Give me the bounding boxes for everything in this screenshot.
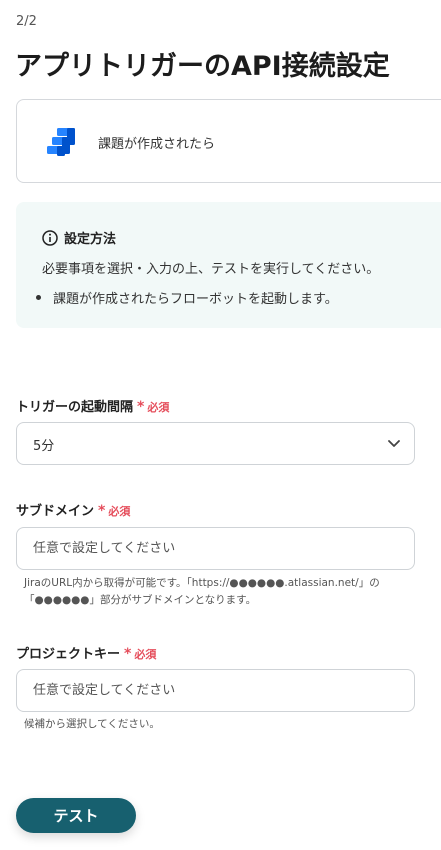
page: 2/2 アプリトリガーのAPI接続設定 課題が作成されたら 設定方法 必要事項を…	[0, 0, 441, 850]
project-key-help: 候補から選択してください。	[24, 718, 160, 730]
project-key-label-text: プロジェクトキー	[16, 647, 121, 662]
subdomain-label: サブドメイン * 必須	[16, 500, 130, 519]
required-text: 必須	[134, 648, 157, 661]
info-bullet-text: 課題が作成されたらフローボットを起動します。	[53, 292, 338, 307]
project-key-input[interactable]	[17, 670, 414, 711]
required-text: 必須	[147, 401, 170, 414]
subdomain-help: JiraのURL内から取得が可能です。「https://●●●●●●.atlas…	[24, 575, 380, 609]
subdomain-field[interactable]	[16, 527, 415, 570]
subdomain-help-line-1: JiraのURL内から取得が可能です。「https://●●●●●●.atlas…	[24, 577, 380, 589]
trigger-interval-select[interactable]: 5分	[16, 422, 415, 465]
chevron-down-icon	[388, 440, 400, 447]
info-heading: 設定方法	[42, 228, 116, 247]
subdomain-label-text: サブドメイン	[16, 504, 95, 519]
setup-info-box: 設定方法 必要事項を選択・入力の上、テストを実行してください。 課題が作成された…	[16, 202, 441, 328]
subdomain-help-line-2: 「●●●●●●」部分がサブドメインとなります。	[24, 594, 257, 606]
project-key-field[interactable]	[16, 669, 415, 712]
bullet-dot	[36, 295, 41, 300]
info-bullet-item: 課題が作成されたらフローボットを起動します。	[36, 288, 338, 307]
app-trigger-card[interactable]: 課題が作成されたら	[16, 99, 441, 183]
page-title: アプリトリガーのAPI接続設定	[15, 51, 390, 82]
step-indicator: 2/2	[16, 14, 37, 29]
info-icon	[42, 229, 58, 246]
required-mark: *	[124, 646, 132, 662]
jira-icon	[47, 128, 75, 156]
test-button[interactable]: テスト	[16, 798, 136, 833]
info-heading-text: 設定方法	[64, 232, 117, 247]
required-text: 必須	[108, 505, 131, 518]
info-description: 必要事項を選択・入力の上、テストを実行してください。	[42, 262, 380, 277]
app-trigger-label: 課題が作成されたら	[98, 137, 216, 152]
trigger-interval-value: 5分	[33, 439, 55, 454]
trigger-interval-label-text: トリガーの起動間隔	[16, 400, 134, 415]
subdomain-input[interactable]	[17, 528, 414, 569]
required-mark: *	[98, 503, 106, 519]
required-mark: *	[137, 399, 145, 415]
project-key-label: プロジェクトキー * 必須	[16, 643, 156, 662]
trigger-interval-label: トリガーの起動間隔 * 必須	[16, 396, 169, 415]
